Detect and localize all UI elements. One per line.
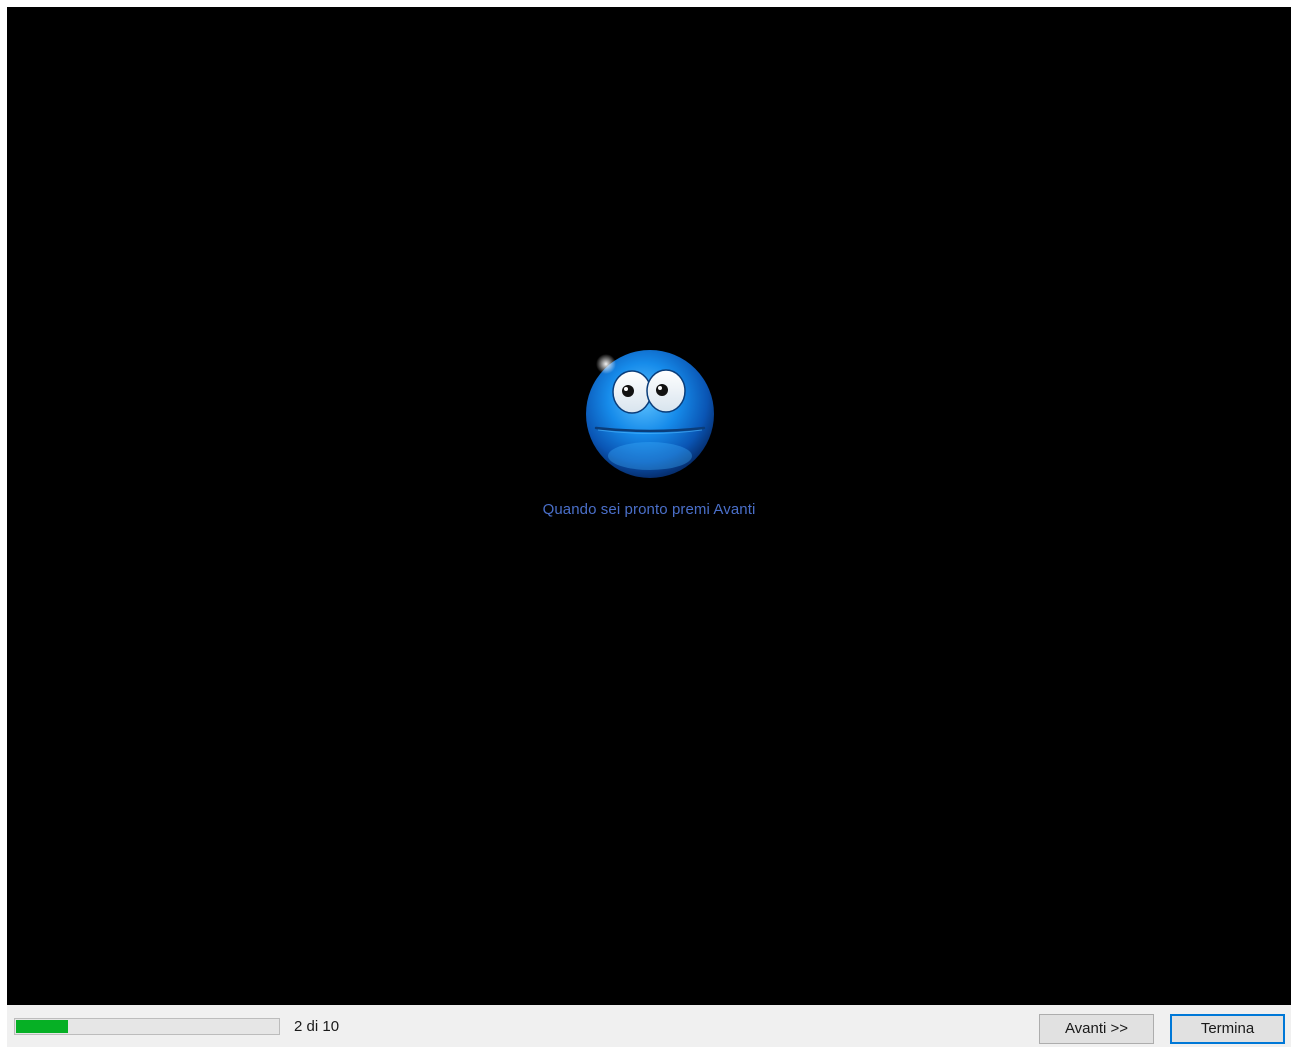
progress-bar-fill bbox=[16, 1020, 68, 1033]
app-window: Quando sei pronto premi Avanti 2 di 10 A… bbox=[7, 7, 1291, 1047]
blue-smiley-face-icon bbox=[586, 350, 714, 478]
stimulus-display: Quando sei pronto premi Avanti bbox=[7, 7, 1291, 1005]
bottom-bar: 2 di 10 Avanti >> Termina bbox=[7, 1005, 1291, 1047]
instruction-text: Quando sei pronto premi Avanti bbox=[542, 501, 756, 518]
step-counter: 2 di 10 bbox=[294, 1018, 340, 1035]
progress-bar bbox=[14, 1018, 280, 1035]
next-button[interactable]: Avanti >> bbox=[1039, 1014, 1154, 1044]
finish-button[interactable]: Termina bbox=[1170, 1014, 1285, 1044]
